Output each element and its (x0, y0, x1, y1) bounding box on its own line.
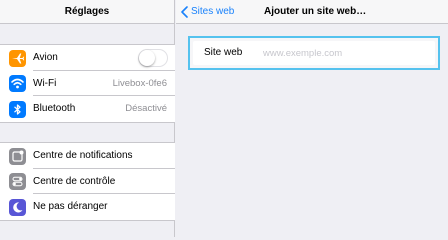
sidebar-item-wifi[interactable]: Wi-Fi Livebox-0fe6 (0, 71, 175, 96)
bluetooth-status: Désactivé (125, 103, 167, 114)
toggle-knob (139, 49, 155, 66)
wifi-icon (9, 75, 26, 92)
website-field-focus-frame: Site web (188, 36, 440, 70)
website-field-row[interactable]: Site web (193, 41, 435, 65)
moon-icon (9, 198, 26, 216)
sidebar-item-label: Centre de contrôle (33, 175, 116, 187)
sidebar-item-label: Avion (33, 52, 58, 63)
bluetooth-icon (9, 100, 26, 118)
sidebar-title: Réglages (0, 0, 174, 24)
sidebar-item-label: Centre de notifications (33, 150, 133, 161)
detail-navbar: Sites web Ajouter un site web… (176, 0, 448, 24)
sidebar-item-label: Wi-Fi (33, 77, 57, 89)
sidebar-item-airplane[interactable]: Avion (0, 45, 175, 71)
chevron-left-icon (181, 6, 188, 18)
system-group: Centre de notifications Centre de contrô… (0, 142, 175, 221)
website-field-label: Site web (204, 47, 243, 58)
sidebar-item-label: Ne pas déranger (33, 201, 108, 212)
sidebar-item-do-not-disturb[interactable]: Ne pas déranger (0, 194, 175, 220)
airplane-icon (9, 49, 26, 67)
sidebar-item-control-center[interactable]: Centre de contrôle (0, 169, 175, 194)
detail-pane: Sites web Ajouter un site web… Site web (176, 0, 448, 237)
control-center-icon (9, 173, 26, 190)
sidebar-item-bluetooth[interactable]: Bluetooth Désactivé (0, 96, 175, 122)
notifications-icon (9, 147, 26, 165)
sidebar-item-label: Bluetooth (33, 103, 76, 114)
back-button-label: Sites web (191, 6, 235, 17)
settings-sidebar: Réglages Avion Wi-Fi Livebox-0fe6 Blueto… (0, 0, 175, 237)
sidebar-item-notifications[interactable]: Centre de notifications (0, 143, 175, 169)
page-title: Ajouter un site web… (264, 6, 367, 17)
back-button[interactable]: Sites web (181, 0, 234, 24)
website-url-input[interactable] (263, 45, 433, 61)
airplane-mode-toggle[interactable] (138, 48, 168, 67)
wifi-network-name: Livebox-0fe6 (112, 77, 167, 89)
connectivity-group: Avion Wi-Fi Livebox-0fe6 Bluetooth Désac… (0, 44, 175, 123)
